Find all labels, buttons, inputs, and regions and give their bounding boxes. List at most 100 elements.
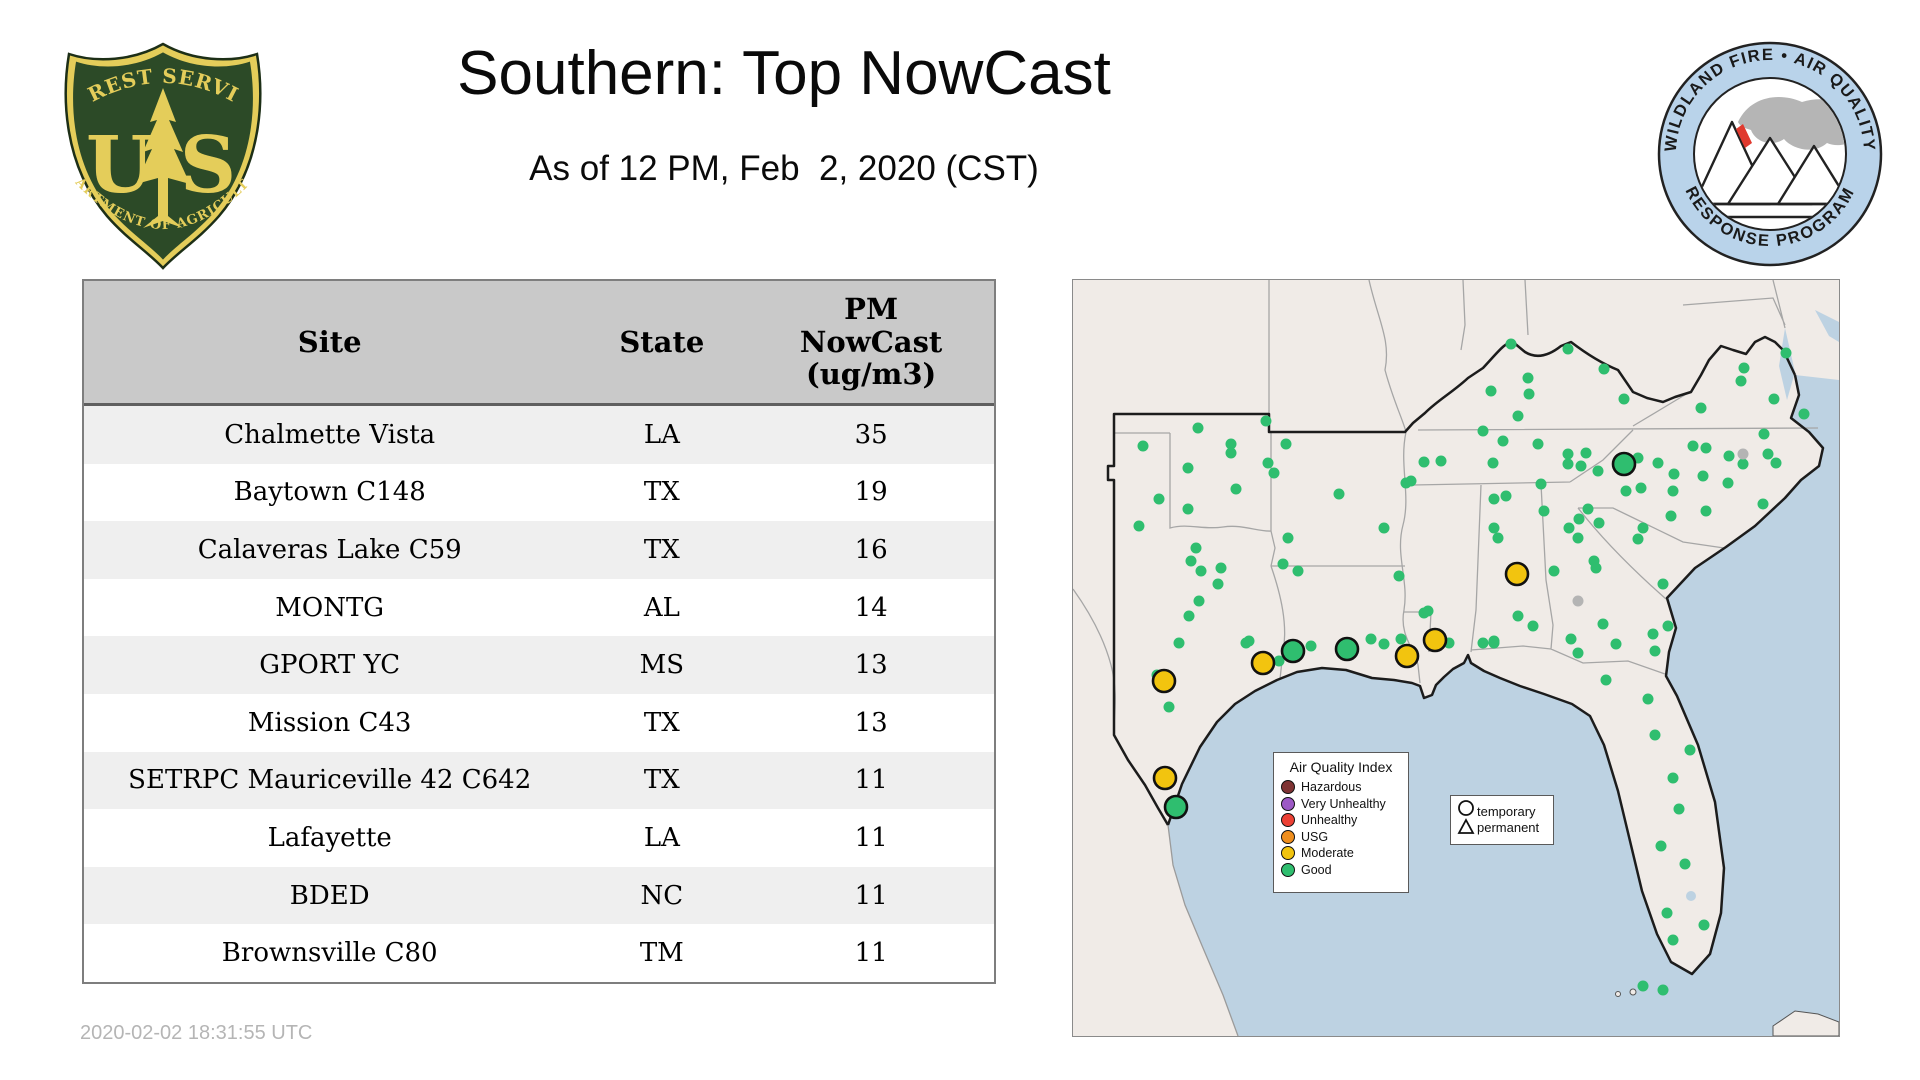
legend-label: Hazardous <box>1301 780 1362 795</box>
monitor-dot-good <box>1684 744 1696 756</box>
monitor-dot-nodata <box>1737 448 1749 460</box>
monitor-dot-good <box>1153 493 1165 505</box>
monitor-dot-good <box>1532 438 1544 450</box>
monitor-dot-good <box>1182 462 1194 474</box>
monitor-dot-good <box>1649 729 1661 741</box>
monitor-dot-good <box>1582 503 1594 515</box>
nowcast-table: Site State PM NowCast (ug/m3) Chalmette … <box>82 279 996 984</box>
site-type-glyphs <box>1457 799 1477 842</box>
monitor-dot-good <box>1665 510 1677 522</box>
monitor-dot-good <box>1735 375 1747 387</box>
monitor-dot-good <box>1757 498 1769 510</box>
top-site-marker <box>1152 765 1178 791</box>
permanent-site-icon <box>1457 817 1475 834</box>
site-cell: Calaveras Lake C59 <box>197 534 462 565</box>
monitor-dot-good <box>1405 475 1417 487</box>
report-page: Southern: Top NowCast As of 12 PM, Feb 2… <box>0 0 1920 1080</box>
monitor-dot-good <box>1652 457 1664 469</box>
state-cell: TX <box>643 765 680 796</box>
aqi-legend: Air Quality Index Hazardous Very Unhealth… <box>1273 752 1409 893</box>
value-cell: 16 <box>854 534 888 565</box>
top-site-marker <box>1334 636 1360 662</box>
monitor-dot-good <box>1642 693 1654 705</box>
value-cell: 35 <box>854 419 888 450</box>
monitor-dot-good <box>1610 638 1622 650</box>
site-cell: BDED <box>289 880 370 911</box>
site-cell: Lafayette <box>267 822 392 853</box>
monitor-dot-good <box>1492 532 1504 544</box>
legend-label: Unhealthy <box>1301 813 1358 828</box>
top-site-marker <box>1394 643 1420 669</box>
monitor-dot-good <box>1662 620 1674 632</box>
monitor-dot-good <box>1657 578 1669 590</box>
monitor-dot-good <box>1268 467 1280 479</box>
monitor-dot-good <box>1137 440 1149 452</box>
state-cell: TX <box>643 534 680 565</box>
monitor-dot-good <box>1687 440 1699 452</box>
monitor-dot-good <box>1562 458 1574 470</box>
monitor-dot-good <box>1637 980 1649 992</box>
monitor-dot-good <box>1655 840 1667 852</box>
monitor-dot-good <box>1488 522 1500 534</box>
monitor-dot-good <box>1632 533 1644 545</box>
monitor-dot-good <box>1280 438 1292 450</box>
monitor-dot-good <box>1593 517 1605 529</box>
state-cell: AL <box>643 592 680 623</box>
value-cell: 13 <box>854 707 888 738</box>
monitor-dot-good <box>1393 570 1405 582</box>
table-row: Brownsville C80 TM 11 <box>84 924 994 982</box>
legend-label: Very Unhealthy <box>1301 796 1386 811</box>
monitor-dot-good <box>1282 532 1294 544</box>
monitor-dot-good <box>1225 447 1237 459</box>
monitor-dot-good <box>1573 513 1585 525</box>
legend-item: USG <box>1281 829 1401 846</box>
monitor-dot-good <box>1477 425 1489 437</box>
monitor-dot-good <box>1523 388 1535 400</box>
legend-item: Good <box>1281 862 1401 879</box>
temporary-site-icon <box>1458 799 1474 816</box>
legend-swatch-icon <box>1281 829 1295 844</box>
monitor-dot-good <box>1597 618 1609 630</box>
monitor-dot-good <box>1512 610 1524 622</box>
monitor-dot-good <box>1565 633 1577 645</box>
permanent-label: permanent <box>1477 820 1540 835</box>
monitor-dot-good <box>1292 565 1304 577</box>
legend-swatch-icon <box>1281 796 1295 811</box>
monitor-dot-good <box>1758 428 1770 440</box>
legend-swatch-icon <box>1281 780 1295 795</box>
table-row: MONTG AL 14 <box>84 578 994 637</box>
top-site-marker <box>1280 638 1306 664</box>
monitor-dot-good <box>1667 485 1679 497</box>
monitor-dot-good <box>1661 907 1673 919</box>
value-cell: 11 <box>854 822 888 853</box>
top-site-marker <box>1163 794 1189 820</box>
monitor-dot-good <box>1173 637 1185 649</box>
temporary-label: temporary <box>1477 804 1536 819</box>
monitor-dot-good <box>1535 478 1547 490</box>
monitor-dot-good <box>1700 442 1712 454</box>
monitor-dot-good <box>1260 415 1272 427</box>
monitor-dot-good <box>1600 674 1612 686</box>
monitor-dot-good <box>1667 772 1679 784</box>
monitor-dot-good <box>1182 503 1194 515</box>
monitor-dot-good <box>1505 338 1517 350</box>
table-header-row: Site State PM NowCast (ug/m3) <box>84 281 994 406</box>
table-row: GPORT YC MS 13 <box>84 636 994 694</box>
monitor-dot-good <box>1522 372 1534 384</box>
monitor-dot-good <box>1435 455 1447 467</box>
value-cell: 19 <box>854 477 888 508</box>
top-site-marker <box>1250 650 1276 676</box>
monitor-dot-good <box>1738 362 1750 374</box>
monitor-dot-good <box>1212 578 1224 590</box>
legend-label: Good <box>1301 862 1332 877</box>
legend-swatch-icon <box>1281 813 1295 828</box>
col-header-state: State <box>619 325 705 359</box>
monitor-dot-good <box>1590 562 1602 574</box>
monitor-dot-good <box>1657 984 1669 996</box>
monitor-dot-good <box>1193 595 1205 607</box>
monitor-dot-good <box>1698 919 1710 931</box>
monitor-dot-good <box>1620 485 1632 497</box>
monitor-dot-good <box>1185 555 1197 567</box>
aqi-legend-items: Hazardous Very Unhealthy Unhealthy USG Moder… <box>1281 779 1401 878</box>
monitor-dot-good <box>1195 565 1207 577</box>
